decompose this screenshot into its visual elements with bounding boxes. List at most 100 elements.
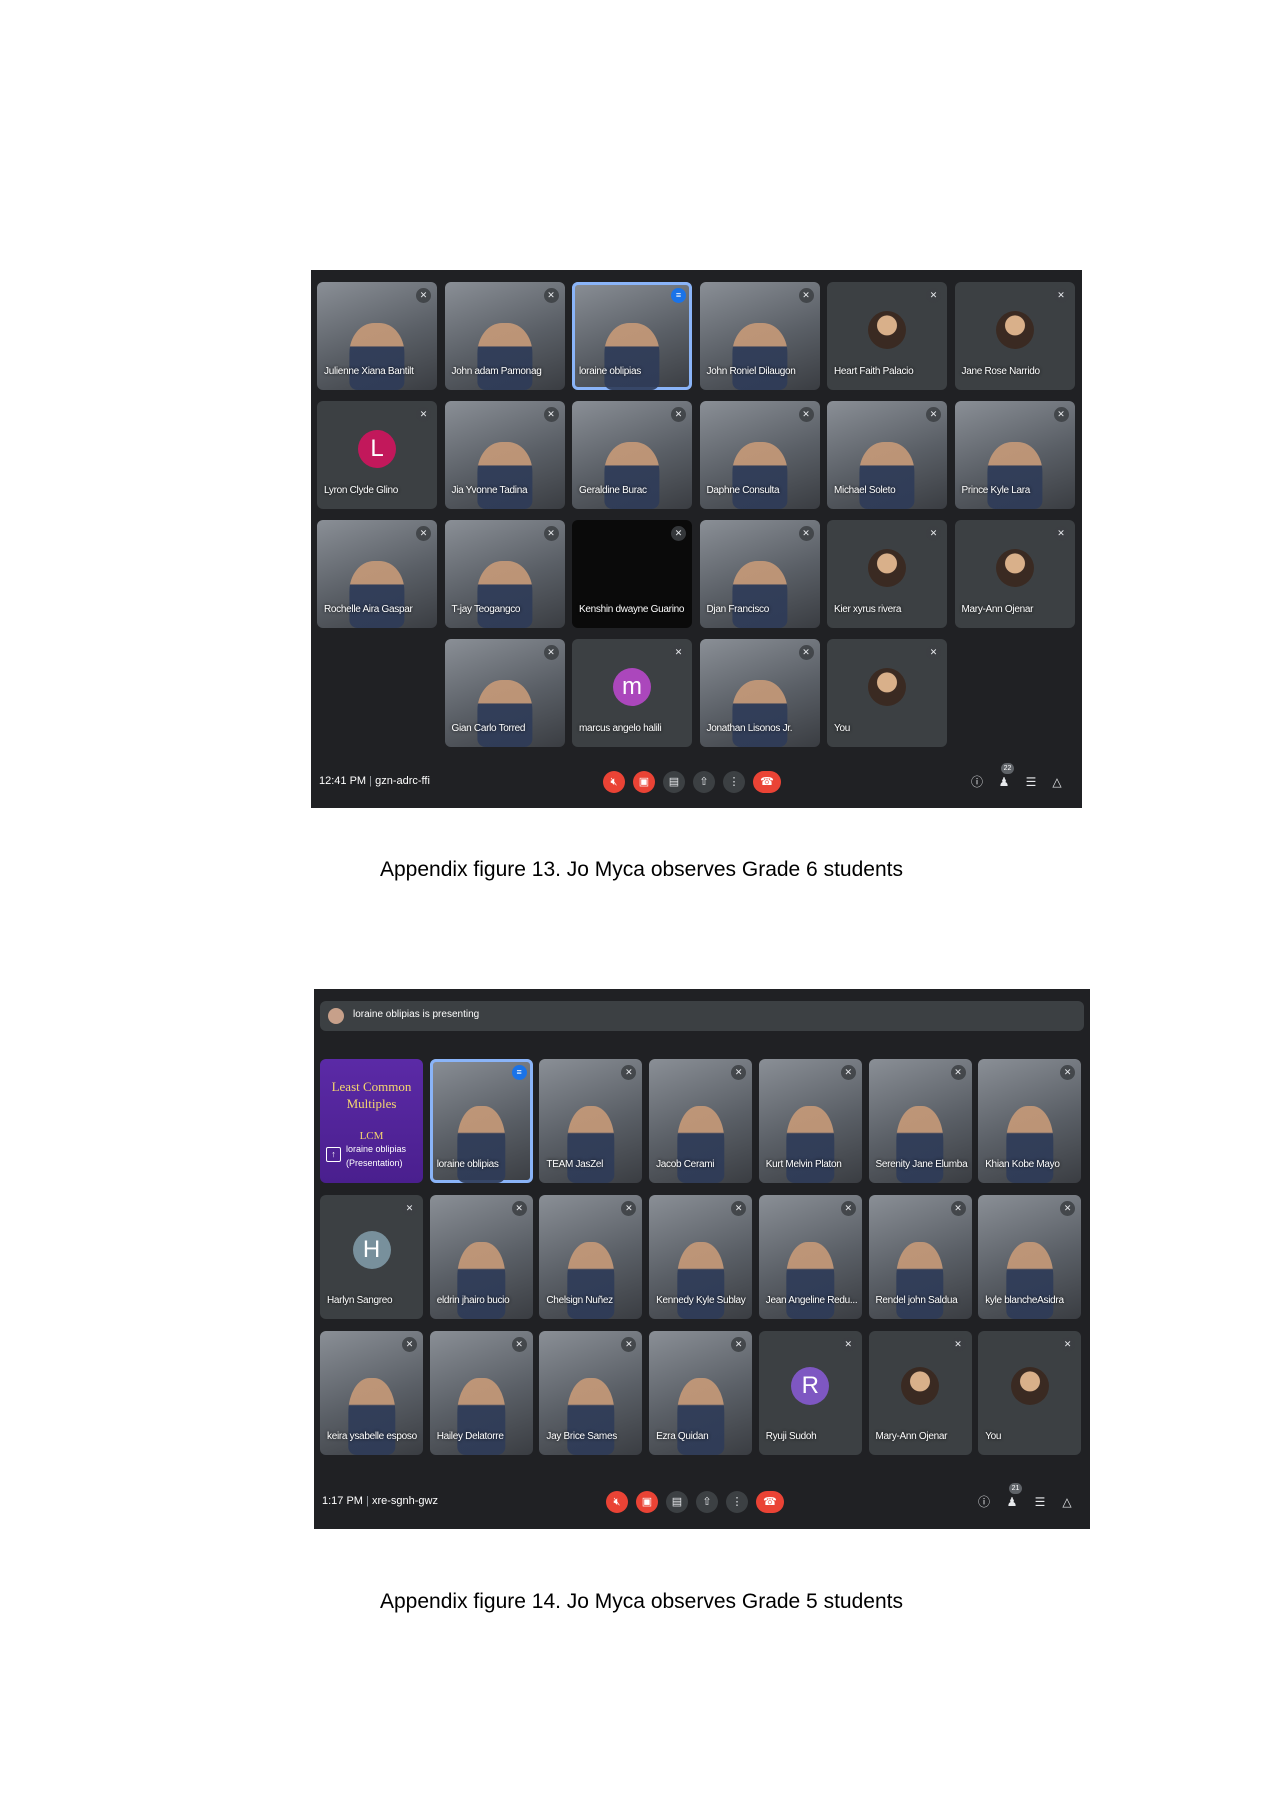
camera-off-icon[interactable]: ▣ [633, 771, 655, 793]
participant-tile[interactable]: ✕ T-jay Teogangco [444, 520, 565, 628]
participant-avatar: H [352, 1230, 391, 1269]
participant-tile[interactable]: R ✕ Ryuji Sudoh [758, 1331, 862, 1455]
hang-up-icon[interactable]: ☎ [756, 1491, 784, 1513]
participant-tile[interactable]: ✕ Chelsign Nuñez [539, 1195, 643, 1319]
participant-tile[interactable]: ✕ kyle blancheAsidra [978, 1195, 1082, 1319]
mic-muted-icon: ✕ [798, 407, 814, 422]
participant-tile[interactable]: ✕ John Roniel Dilaugon [699, 282, 820, 390]
participant-tile[interactable]: H ✕ Harlyn Sangreo [320, 1195, 423, 1319]
participant-tile[interactable]: ✕ Rochelle Aira Gaspar [317, 520, 437, 628]
participant-tile[interactable]: ✕ Daphne Consulta [699, 401, 820, 509]
more-icon[interactable]: ⋮ [726, 1491, 748, 1513]
mic-off-icon[interactable]: 🔇︎ [603, 771, 625, 793]
mic-muted-icon: ✕ [1053, 407, 1069, 422]
participant-tile[interactable]: ✕ Julienne Xiana Bantilt [317, 282, 437, 390]
participant-tile[interactable]: ✕ Ezra Quidan [649, 1331, 753, 1455]
participant-tile[interactable]: ✕ Geraldine Burac [572, 401, 692, 509]
participant-tile[interactable]: ✕ keira ysabelle esposo [320, 1331, 423, 1455]
participant-video [676, 1106, 725, 1183]
participant-tile[interactable]: ✕ eldrin jhairo bucio [429, 1195, 533, 1319]
present-icon[interactable]: ⇧ [693, 771, 715, 793]
mic-off-icon[interactable]: 🔇︎ [606, 1491, 628, 1513]
participant-name: kyle blancheAsidra [985, 1295, 1064, 1306]
participant-photo [995, 310, 1034, 349]
participant-tile[interactable]: ✕ Kennedy Kyle Sublay [649, 1195, 753, 1319]
mic-muted-icon: ✕ [1060, 1201, 1076, 1216]
mic-muted-icon: ✕ [950, 1065, 966, 1080]
participant-tile[interactable]: ✕ TEAM JasZel [539, 1059, 643, 1183]
participant-name: Kurt Melvin Platon [765, 1159, 842, 1170]
mic-muted-icon: ✕ [1060, 1337, 1076, 1352]
mic-muted-icon: ✕ [950, 1201, 966, 1216]
participant-tile[interactable]: ✕ Jay Brice Sames [539, 1331, 643, 1455]
participant-name: You [985, 1431, 1002, 1442]
participant-name: Jia Yvonne Tadina [451, 485, 528, 496]
participant-tile[interactable]: ✕ Gian Carlo Torred [444, 639, 565, 747]
meeting-code: xre-sgnh-gwz [371, 1495, 438, 1507]
people-icon[interactable]: ♟ [996, 774, 1012, 790]
meeting-info: 12:41 PM | gzn-adrc-ffi [319, 775, 430, 787]
participant-tile[interactable]: ✕ Kurt Melvin Platon [758, 1059, 862, 1183]
participant-video [1006, 1106, 1054, 1183]
participant-tile[interactable]: ✕ Kier xyrus rivera [827, 520, 947, 628]
participant-avatar: R [791, 1366, 830, 1405]
mic-muted-icon: ✕ [416, 526, 431, 541]
participant-name: Rendel john Saldua [875, 1295, 958, 1306]
speaking-icon: ≡ [671, 288, 686, 303]
participant-tile[interactable]: ≡ loraine oblipias [429, 1059, 533, 1183]
participant-name: John Roniel Dilaugon [706, 366, 796, 377]
participant-name: Mary-Ann Ojenar [961, 604, 1034, 615]
participant-tile[interactable]: ✕ John adam Pamonag [444, 282, 565, 390]
participant-name: Chelsign Nuñez [546, 1295, 613, 1306]
chat-icon[interactable]: ☰ [1032, 1494, 1048, 1510]
participant-tile[interactable]: ✕ Hailey Delatorre [429, 1331, 533, 1455]
participant-tile[interactable]: ✕ Mary-Ann Ojenar [868, 1331, 972, 1455]
more-icon[interactable]: ⋮ [723, 771, 745, 793]
participant-name: loraine oblipias [579, 366, 641, 377]
participant-tile[interactable]: ✕ Khian Kobe Mayo [978, 1059, 1082, 1183]
participant-tile[interactable]: ✕ Serenity Jane Elumba [868, 1059, 972, 1183]
captions-icon[interactable]: ▤ [663, 771, 685, 793]
participant-video [731, 561, 788, 628]
participant-tile[interactable]: ✕ Mary-Ann Ojenar [954, 520, 1075, 628]
mic-muted-icon: ✕ [731, 1065, 747, 1080]
activities-icon[interactable]: △ [1049, 774, 1065, 790]
participant-video [604, 442, 660, 509]
chat-icon[interactable]: ☰ [1023, 774, 1039, 790]
participant-video [349, 323, 405, 390]
participant-tile[interactable]: ✕ Jia Yvonne Tadina [444, 401, 565, 509]
participant-tile[interactable]: ✕ Prince Kyle Lara [954, 401, 1075, 509]
participant-avatar: L [358, 429, 396, 468]
participant-tile[interactable]: ✕ Rendel john Saldua [868, 1195, 972, 1319]
participant-video [567, 1106, 615, 1183]
figure-13-meet-screenshot: ✕ Julienne Xiana Bantilt ✕ John adam Pamona… [311, 270, 1082, 808]
participant-name: eldrin jhairo bucio [436, 1295, 510, 1306]
participant-tile[interactable]: ✕ Kenshin dwayne Guarino [572, 520, 692, 628]
participant-tile[interactable]: ✕ Jonathan Lisonos Jr. [699, 639, 820, 747]
camera-off-icon[interactable]: ▣ [636, 1491, 658, 1513]
participant-video [676, 1242, 725, 1319]
participant-tile[interactable]: ✕ Heart Faith Palacio [827, 282, 947, 390]
participant-tile[interactable]: ≡ loraine oblipias [572, 282, 692, 390]
participant-tile[interactable]: ✕ You [827, 639, 947, 747]
present-icon[interactable]: ⇧ [696, 1491, 718, 1513]
hang-up-icon[interactable]: ☎ [753, 771, 781, 793]
participant-tile[interactable]: m ✕ marcus angelo halili [572, 639, 692, 747]
participant-tile[interactable]: ✕ You [978, 1331, 1082, 1455]
captions-icon[interactable]: ▤ [666, 1491, 688, 1513]
participant-tile[interactable]: ✕ Jane Rose Narrido [954, 282, 1075, 390]
participant-tile[interactable]: ✕ Jacob Cerami [649, 1059, 753, 1183]
presentation-tile[interactable]: Least Common Multiples LCM ↑ loraine oblipia… [320, 1059, 423, 1183]
mic-muted-icon: ✕ [416, 407, 431, 422]
participant-tile[interactable]: ✕ Djan Francisco [699, 520, 820, 628]
participant-tile[interactable]: ✕ Jean Angeline Redu... [758, 1195, 862, 1319]
participant-video [476, 680, 533, 747]
participant-name: TEAM JasZel [546, 1159, 604, 1170]
info-icon[interactable]: ⓘ [969, 774, 985, 790]
meeting-time: 12:41 PM [319, 775, 367, 787]
participant-tile[interactable]: ✕ Michael Soleto [827, 401, 947, 509]
participant-tile[interactable]: L ✕ Lyron Clyde Glino [317, 401, 437, 509]
people-icon[interactable]: ♟ [1004, 1494, 1020, 1510]
activities-icon[interactable]: △ [1059, 1494, 1075, 1510]
info-icon[interactable]: ⓘ [976, 1494, 992, 1510]
